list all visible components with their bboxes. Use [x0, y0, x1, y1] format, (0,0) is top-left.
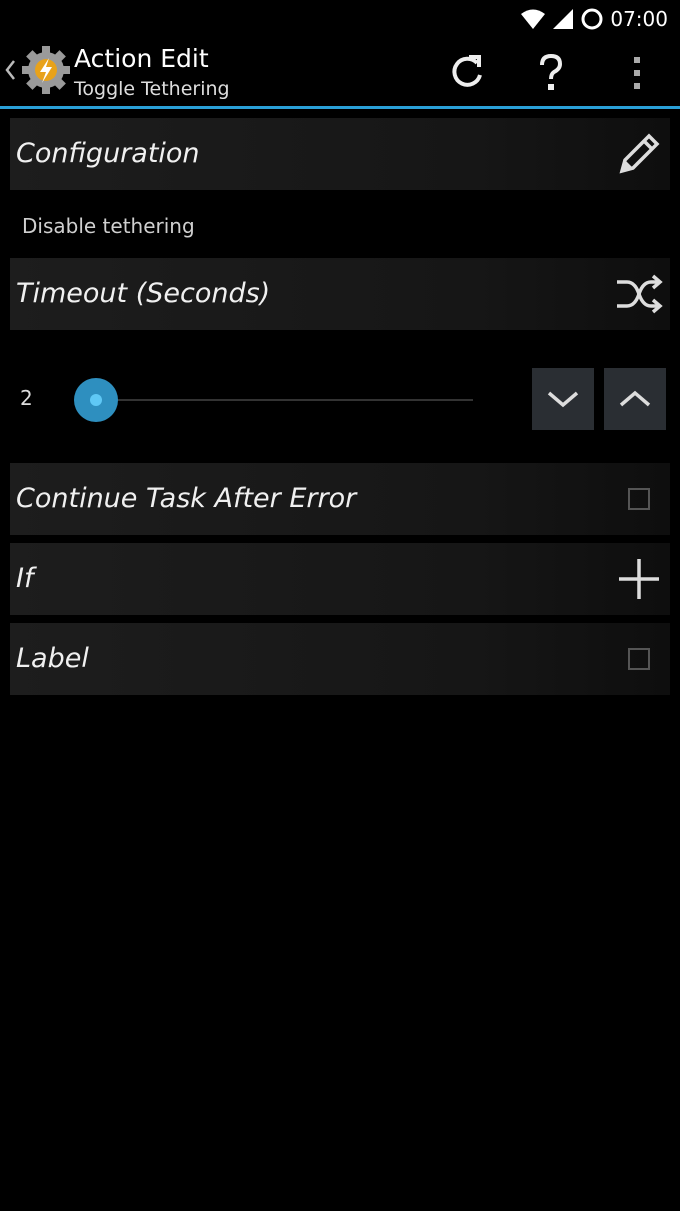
- help-button[interactable]: [526, 48, 576, 98]
- status-icons: 07:00: [520, 4, 668, 34]
- timeout-row: Timeout (Seconds): [10, 258, 670, 330]
- timeout-increment-button[interactable]: [604, 368, 666, 430]
- action-bar: Action Edit Toggle Tethering: [0, 38, 680, 109]
- timeout-slider-thumb[interactable]: [74, 378, 118, 422]
- chevron-down-icon: [547, 391, 579, 408]
- continue-after-error-row[interactable]: Continue Task After Error: [10, 463, 670, 535]
- continue-after-error-label: Continue Task After Error: [16, 483, 357, 514]
- plus-icon: [619, 559, 659, 599]
- back-chevron-icon[interactable]: [4, 58, 16, 82]
- if-row[interactable]: If: [10, 543, 670, 615]
- timeout-label: Timeout (Seconds): [16, 278, 271, 309]
- label-row[interactable]: Label: [10, 623, 670, 695]
- label-checkbox[interactable]: [628, 648, 650, 670]
- shuffle-icon: [617, 274, 663, 314]
- timeout-variable-button[interactable]: [614, 269, 664, 319]
- continue-after-error-checkbox-wrap[interactable]: [614, 474, 664, 524]
- if-label: If: [16, 563, 34, 594]
- page-subtitle: Toggle Tethering: [74, 78, 230, 100]
- status-bar: 07:00: [0, 0, 680, 38]
- reset-button[interactable]: [442, 48, 492, 98]
- label-row-label: Label: [16, 643, 89, 674]
- configuration-label: Configuration: [16, 138, 200, 169]
- more-vertical-icon: [634, 57, 640, 89]
- tasker-app-icon[interactable]: [20, 44, 72, 96]
- edit-configuration-button[interactable]: [614, 129, 664, 179]
- label-checkbox-wrap[interactable]: [614, 634, 664, 684]
- timeout-decrement-button[interactable]: [532, 368, 594, 430]
- continue-after-error-checkbox[interactable]: [628, 488, 650, 510]
- pencil-icon: [619, 133, 660, 174]
- timeout-slider-track[interactable]: [95, 399, 473, 401]
- overflow-menu-button[interactable]: [612, 48, 662, 98]
- status-time: 07:00: [610, 7, 668, 31]
- add-condition-button[interactable]: [614, 554, 664, 604]
- help-icon: [540, 53, 563, 90]
- configuration-row[interactable]: Configuration: [10, 118, 670, 190]
- wifi-icon: [521, 9, 546, 29]
- configuration-value: Disable tethering: [22, 214, 195, 238]
- page-title: Action Edit: [74, 44, 209, 73]
- timeout-value: 2: [20, 386, 33, 410]
- refresh-icon: [452, 55, 482, 87]
- chevron-up-icon: [619, 390, 651, 407]
- alarm-icon: [581, 8, 603, 30]
- cell-signal-icon: [553, 9, 574, 29]
